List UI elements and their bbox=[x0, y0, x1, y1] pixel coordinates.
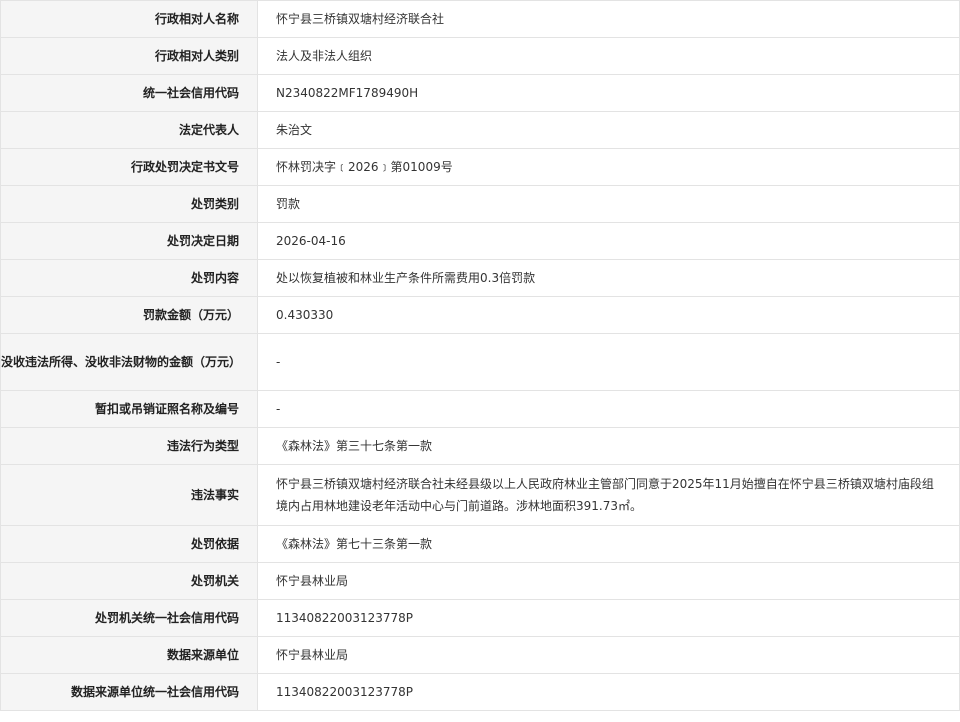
field-value: 《森林法》第七十三条第一款 bbox=[257, 525, 960, 563]
field-value: 朱治文 bbox=[257, 111, 960, 149]
field-value: 法人及非法人组织 bbox=[257, 37, 960, 75]
field-value: 11340822003123778P bbox=[257, 673, 960, 711]
field-label: 法定代表人 bbox=[0, 111, 258, 149]
row-decision-date: 处罚决定日期 2026-04-16 bbox=[0, 222, 960, 260]
field-label: 违法行为类型 bbox=[0, 427, 258, 465]
field-label: 行政相对人类别 bbox=[0, 37, 258, 75]
row-party-type: 行政相对人类别 法人及非法人组织 bbox=[0, 37, 960, 75]
field-value: 怀宁县林业局 bbox=[257, 636, 960, 674]
row-confiscation-amount: 没收违法所得、没收非法财物的金额（万元） - bbox=[0, 333, 960, 391]
field-value: 罚款 bbox=[257, 185, 960, 223]
row-penalty-basis: 处罚依据 《森林法》第七十三条第一款 bbox=[0, 525, 960, 563]
field-label: 数据来源单位统一社会信用代码 bbox=[0, 673, 258, 711]
field-label: 处罚内容 bbox=[0, 259, 258, 297]
row-data-source-credit-code: 数据来源单位统一社会信用代码 11340822003123778P bbox=[0, 673, 960, 711]
field-value: - bbox=[257, 333, 960, 391]
field-value: 处以恢复植被和林业生产条件所需费用0.3倍罚款 bbox=[257, 259, 960, 297]
field-label: 处罚类别 bbox=[0, 185, 258, 223]
row-decision-number: 行政处罚决定书文号 怀林罚决字﹝2026﹞第01009号 bbox=[0, 148, 960, 186]
field-label: 数据来源单位 bbox=[0, 636, 258, 674]
field-label: 处罚机关统一社会信用代码 bbox=[0, 599, 258, 637]
field-value: 11340822003123778P bbox=[257, 599, 960, 637]
row-penalty-category: 处罚类别 罚款 bbox=[0, 185, 960, 223]
row-license-revocation: 暂扣或吊销证照名称及编号 - bbox=[0, 390, 960, 428]
field-label: 处罚依据 bbox=[0, 525, 258, 563]
row-party-name: 行政相对人名称 怀宁县三桥镇双塘村经济联合社 bbox=[0, 0, 960, 38]
row-violation-type: 违法行为类型 《森林法》第三十七条第一款 bbox=[0, 427, 960, 465]
field-value: - bbox=[257, 390, 960, 428]
field-label: 没收违法所得、没收非法财物的金额（万元） bbox=[0, 333, 258, 391]
field-value: 怀林罚决字﹝2026﹞第01009号 bbox=[257, 148, 960, 186]
field-value: 2026-04-16 bbox=[257, 222, 960, 260]
field-label: 行政相对人名称 bbox=[0, 0, 258, 38]
field-value: 0.430330 bbox=[257, 296, 960, 334]
row-fine-amount: 罚款金额（万元） 0.430330 bbox=[0, 296, 960, 334]
field-label: 行政处罚决定书文号 bbox=[0, 148, 258, 186]
row-authority-credit-code: 处罚机关统一社会信用代码 11340822003123778P bbox=[0, 599, 960, 637]
row-violation-facts: 违法事实 怀宁县三桥镇双塘村经济联合社未经县级以上人民政府林业主管部门同意于20… bbox=[0, 464, 960, 526]
row-data-source: 数据来源单位 怀宁县林业局 bbox=[0, 636, 960, 674]
field-value: 怀宁县三桥镇双塘村经济联合社 bbox=[257, 0, 960, 38]
field-label: 罚款金额（万元） bbox=[0, 296, 258, 334]
field-value: N2340822MF1789490H bbox=[257, 74, 960, 112]
field-label: 违法事实 bbox=[0, 464, 258, 526]
field-value: 《森林法》第三十七条第一款 bbox=[257, 427, 960, 465]
penalty-record-table: 行政相对人名称 怀宁县三桥镇双塘村经济联合社 行政相对人类别 法人及非法人组织 … bbox=[0, 0, 960, 711]
row-legal-rep: 法定代表人 朱治文 bbox=[0, 111, 960, 149]
row-penalty-authority: 处罚机关 怀宁县林业局 bbox=[0, 562, 960, 600]
field-label: 处罚决定日期 bbox=[0, 222, 258, 260]
field-value: 怀宁县林业局 bbox=[257, 562, 960, 600]
field-value: 怀宁县三桥镇双塘村经济联合社未经县级以上人民政府林业主管部门同意于2025年11… bbox=[257, 464, 960, 526]
field-label: 处罚机关 bbox=[0, 562, 258, 600]
field-label: 统一社会信用代码 bbox=[0, 74, 258, 112]
row-credit-code: 统一社会信用代码 N2340822MF1789490H bbox=[0, 74, 960, 112]
field-label: 暂扣或吊销证照名称及编号 bbox=[0, 390, 258, 428]
row-penalty-content: 处罚内容 处以恢复植被和林业生产条件所需费用0.3倍罚款 bbox=[0, 259, 960, 297]
